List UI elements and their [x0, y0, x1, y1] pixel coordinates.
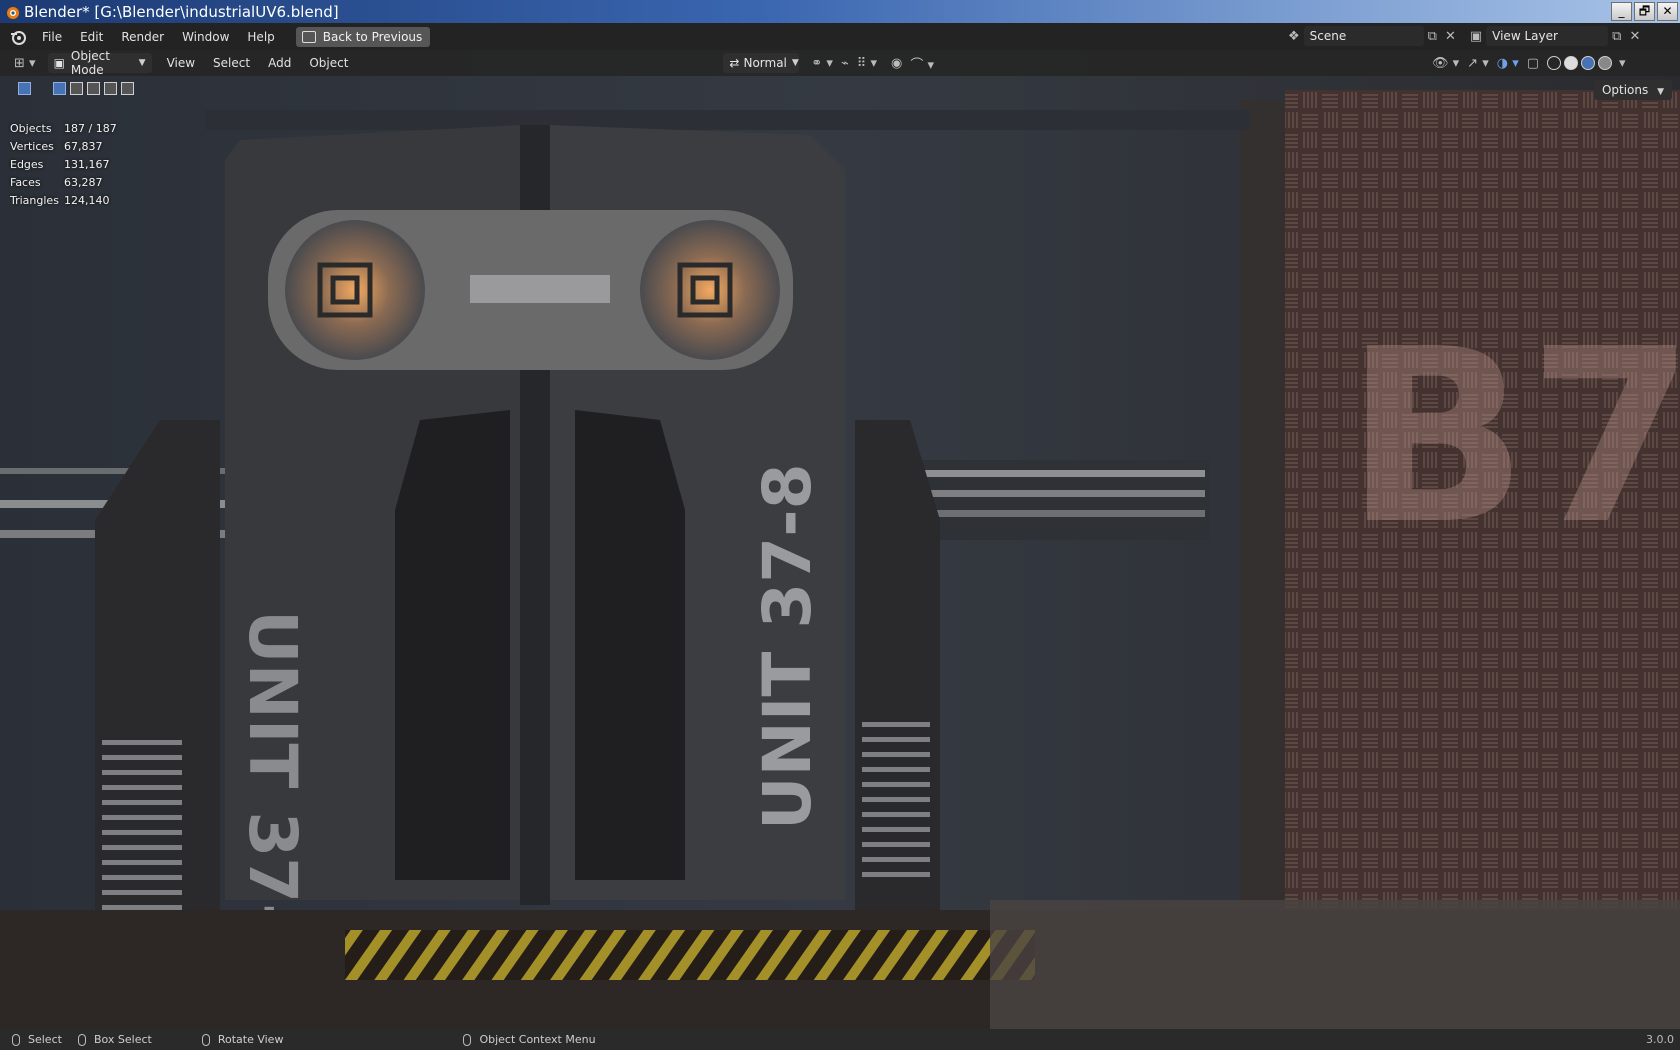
stat-label: Vertices: [10, 140, 54, 153]
solid-shading-icon[interactable]: [1564, 56, 1579, 70]
stat-row: Edges 131,167: [10, 156, 117, 174]
falloff-icon[interactable]: ⌒ ▾: [906, 54, 938, 73]
stat-value: 124,140: [64, 194, 110, 207]
menu-view[interactable]: View: [158, 56, 204, 70]
orientation-icon: ⇄: [729, 56, 740, 70]
blender-menu-icon[interactable]: [9, 28, 27, 46]
menu-file[interactable]: File: [33, 30, 71, 44]
stat-value: 187 / 187: [64, 122, 117, 135]
view-layer-icon[interactable]: ▣: [1466, 29, 1486, 44]
stat-row: Vertices 67,837: [10, 138, 117, 156]
window-title-bar: Blender* [G:\Blender\industrialUV6.blend…: [0, 0, 1680, 23]
3d-viewport[interactable]: B7 UNIT 37-8 UNIT 37-8: [0, 50, 1680, 1029]
remove-view-layer-icon[interactable]: ✕: [1625, 29, 1644, 44]
version-label: 3.0.0: [1646, 1033, 1674, 1046]
status-box-select-label: Box Select: [93, 1033, 152, 1046]
stat-row: Triangles 124,140: [10, 192, 117, 210]
xray-icon[interactable]: ▢: [1523, 56, 1543, 71]
minimize-button[interactable]: _: [1611, 2, 1632, 21]
viewport-header: ⊞ ▾ ▣ Object Mode ▼ View Select Add Obje…: [0, 49, 1680, 77]
mouse-middle-icon: [201, 1033, 210, 1046]
view-layer-name: View Layer: [1492, 29, 1558, 43]
copy-scene-icon[interactable]: ⧉: [1424, 29, 1441, 44]
status-bar: Select Box Select Rotate View Object Con…: [0, 1029, 1680, 1050]
status-select-label: Select: [28, 1033, 62, 1046]
select-tool-icon[interactable]: [18, 81, 31, 95]
stat-row: Faces 63,287: [10, 174, 117, 192]
scene-statistics: Objects 187 / 187 Vertices 67,837 Edges 131…: [10, 120, 117, 210]
back-to-previous-label: Back to Previous: [322, 29, 423, 44]
menu-select[interactable]: Select: [204, 56, 259, 70]
select-intersect-icon[interactable]: [121, 81, 134, 95]
stat-label: Edges: [10, 158, 44, 171]
restore-button[interactable]: 🗗: [1634, 2, 1655, 21]
mode-dropdown[interactable]: ▣ Object Mode ▼: [47, 49, 152, 77]
select-invert-icon[interactable]: [104, 81, 117, 95]
menu-add[interactable]: Add: [259, 56, 300, 70]
options-label: Options: [1601, 83, 1649, 97]
mode-label: Object Mode: [70, 49, 110, 77]
orientation-label: Normal: [743, 56, 787, 70]
scene-name: Scene: [1309, 29, 1347, 43]
right-door-label: UNIT 37-8: [749, 463, 826, 830]
select-extend-icon[interactable]: [70, 81, 83, 95]
gizmo-icon[interactable]: ↗ ▾: [1463, 56, 1493, 71]
scene-name-field[interactable]: Scene: [1303, 26, 1424, 46]
wall-label: B7: [1345, 297, 1680, 577]
top-menu-bar: File Edit Render Window Help Back to Pre…: [0, 23, 1680, 50]
status-select: Select: [12, 1033, 62, 1046]
menu-window[interactable]: Window: [173, 30, 238, 44]
editor-type-icon[interactable]: ⊞ ▾: [10, 56, 40, 71]
pivot-icon[interactable]: ⚭ ▾: [807, 56, 837, 71]
options-dropdown[interactable]: Options ▼: [1593, 80, 1672, 100]
menu-render[interactable]: Render: [112, 30, 173, 44]
status-rotate: Rotate View: [201, 1033, 284, 1046]
select-new-icon[interactable]: [53, 81, 66, 95]
shading-options-icon[interactable]: ▾: [1615, 56, 1630, 71]
snap-target-icon[interactable]: ⠿ ▾: [853, 56, 881, 71]
blender-app-icon: [7, 6, 19, 19]
chevron-down-icon: ▼: [791, 58, 799, 68]
stat-value: 63,287: [64, 176, 103, 189]
screen-icon: [301, 30, 316, 43]
stat-label: Objects: [10, 122, 52, 135]
transform-orientation-dropdown[interactable]: ⇄ Normal ▼: [723, 53, 800, 73]
remove-scene-icon[interactable]: ✕: [1441, 29, 1460, 44]
status-box-select: Box Select: [77, 1033, 152, 1046]
visibility-icon[interactable]: 👁 ▾: [1428, 56, 1463, 71]
status-context-label: Object Context Menu: [479, 1033, 596, 1046]
status-context: Object Context Menu: [463, 1033, 596, 1046]
stat-label: Triangles: [10, 194, 59, 207]
menu-object[interactable]: Object: [300, 56, 357, 70]
mouse-drag-icon: [77, 1033, 86, 1046]
status-rotate-label: Rotate View: [217, 1033, 284, 1046]
rendered-shading-icon[interactable]: [1598, 56, 1613, 70]
menu-help[interactable]: Help: [238, 30, 283, 44]
material-shading-icon[interactable]: [1581, 56, 1596, 70]
scene-icon[interactable]: ❖: [1284, 29, 1304, 44]
close-button[interactable]: ✕: [1657, 2, 1678, 21]
overlay-icon[interactable]: ◑ ▾: [1493, 56, 1523, 71]
wireframe-shading-icon[interactable]: [1547, 56, 1562, 70]
stat-label: Faces: [10, 176, 41, 189]
mouse-left-icon: [12, 1033, 20, 1046]
window-title: Blender* [G:\Blender\industrialUV6.blend…: [24, 2, 339, 21]
stat-value: 131,167: [64, 158, 110, 171]
tool-settings-row: [0, 76, 1680, 100]
chevron-down-icon: ▼: [138, 58, 146, 68]
select-subtract-icon[interactable]: [87, 81, 100, 95]
mouse-right-icon: [463, 1033, 472, 1046]
menu-edit[interactable]: Edit: [71, 30, 112, 44]
proportional-edit-icon[interactable]: ◉: [887, 56, 906, 71]
object-mode-icon: ▣: [53, 56, 65, 70]
back-to-previous-button[interactable]: Back to Previous: [295, 26, 431, 47]
stat-row: Objects 187 / 187: [10, 120, 117, 138]
stat-value: 67,837: [64, 140, 103, 153]
copy-view-layer-icon[interactable]: ⧉: [1608, 29, 1625, 44]
chevron-down-icon: ▼: [1657, 87, 1664, 97]
view-layer-field[interactable]: View Layer: [1486, 26, 1609, 46]
snap-icon[interactable]: ⌁: [837, 56, 853, 71]
